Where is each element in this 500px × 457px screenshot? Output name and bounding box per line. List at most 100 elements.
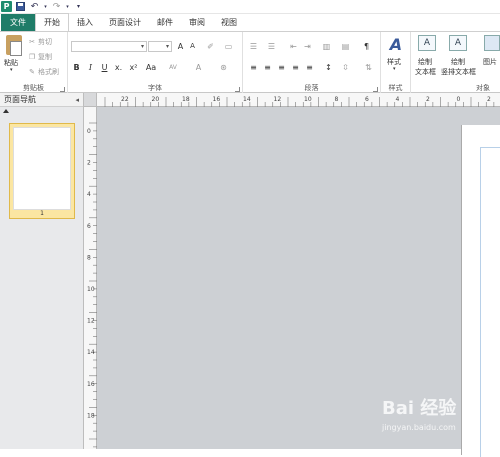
page-thumbnail[interactable]: 1 <box>9 123 75 219</box>
tab-page-design[interactable]: 页面设计 <box>101 14 149 31</box>
ruler-label: 4 <box>87 191 91 198</box>
ruler-label: 8 <box>335 96 339 103</box>
font-color-button[interactable]: A <box>193 62 204 73</box>
page-thumbnail-number: 1 <box>40 210 44 217</box>
collapse-pane-icon[interactable]: ◂ <box>75 93 79 107</box>
show-marks-icon[interactable]: ¶ <box>361 41 372 52</box>
styles-dropdown-icon[interactable]: ▾ <box>393 66 396 72</box>
cut-button[interactable]: ✂ 剪切 <box>28 37 52 47</box>
redo-icon[interactable]: ↷ <box>51 1 62 12</box>
underline-button[interactable]: U <box>99 62 110 73</box>
clipboard-group: 粘贴 ▾ ✂ 剪切 ❐ 复制 ✎ 格式刷 剪贴板 <box>0 32 68 94</box>
ruler-label: 16 <box>213 96 221 103</box>
ruler-label: 12 <box>87 318 95 325</box>
horizontal-ruler[interactable]: 22 20 18 16 14 12 10 8 6 4 2 0 2 <box>97 93 500 107</box>
align-left-icon[interactable]: ≡ <box>248 62 259 73</box>
line-spacing-icon[interactable]: ↕ <box>323 62 334 73</box>
ribbon: 粘贴 ▾ ✂ 剪切 ❐ 复制 ✎ 格式刷 剪贴板 ▾ ▾ A A ✐ ▭ B I U … <box>0 31 500 94</box>
tab-review[interactable]: 审阅 <box>181 14 213 31</box>
styles-group: A 样式 ▾ 样式 <box>381 32 411 94</box>
undo-icon[interactable]: ↶ <box>29 1 40 12</box>
undo-dropdown-icon[interactable]: ▾ <box>43 1 48 12</box>
increase-indent-icon[interactable]: ⇥ <box>302 41 313 52</box>
vertical-textbox-label-2[interactable]: 竖排文本框 <box>441 67 476 77</box>
ruler-label: 0 <box>457 96 461 103</box>
ruler-label: 14 <box>243 96 251 103</box>
clipboard-group-label: 剪贴板 <box>23 84 44 92</box>
paragraph-group: ☰ ☰ ⇤ ⇥ ▥ ▤ ¶ ≡ ≡ ≡ ≡ ≡ ↕ ⇳ ⇅ 段落 <box>243 32 381 94</box>
format-painter-button[interactable]: ✎ 格式刷 <box>28 67 59 77</box>
ruler-label: 18 <box>87 412 95 419</box>
paragraph-spacing-icon[interactable]: ⇳ <box>340 62 351 73</box>
grow-font-button[interactable]: A <box>175 41 186 52</box>
decrease-indent-icon[interactable]: ⇤ <box>288 41 299 52</box>
font-group-label: 字体 <box>148 84 162 92</box>
ruler-label: 22 <box>121 96 129 103</box>
baidu-watermark: Bai 经验 jingyan.baidu.com <box>382 394 500 442</box>
align-center-icon[interactable]: ≡ <box>262 62 273 73</box>
strikethrough-button[interactable]: x. <box>113 62 124 73</box>
draw-textbox-icon[interactable]: A <box>418 35 436 51</box>
font-size-combo[interactable]: ▾ <box>148 41 172 52</box>
draw-textbox-label-1[interactable]: 绘制 <box>418 57 432 67</box>
chevron-down-icon: ▾ <box>165 43 169 50</box>
paragraph-group-label: 段落 <box>304 84 319 92</box>
superscript-button[interactable]: x² <box>128 62 139 73</box>
tab-home[interactable]: 开始 <box>35 13 69 31</box>
horizontal-ruler-ticks: 22 20 18 16 14 12 10 8 6 4 2 0 2 <box>104 96 495 107</box>
publisher-app-icon[interactable]: P <box>1 1 12 12</box>
copy-icon: ❐ <box>28 53 36 61</box>
tab-insert[interactable]: 插入 <box>69 14 101 31</box>
vertical-textbox-label-1[interactable]: 绘制 <box>451 57 465 67</box>
ruler-label: 18 <box>182 96 190 103</box>
vertical-ruler[interactable]: 0 2 4 6 8 10 12 14 16 18 <box>84 107 97 449</box>
justify-icon[interactable]: ≡ <box>290 62 301 73</box>
char-spacing-button[interactable]: AV <box>166 62 180 73</box>
columns-icon[interactable]: ▥ <box>321 41 332 52</box>
clear-format-icon[interactable]: ✐ <box>205 41 216 52</box>
change-case-button[interactable]: Aa <box>144 62 158 73</box>
save-icon[interactable] <box>15 1 26 12</box>
customize-qat-icon[interactable]: ▾ <box>73 1 84 12</box>
distribute-icon[interactable]: ≡ <box>304 62 315 73</box>
paste-dropdown-icon[interactable]: ▾ <box>10 67 13 73</box>
styles-icon[interactable]: A <box>387 36 405 54</box>
bullets-icon[interactable]: ☰ <box>248 41 259 52</box>
tab-mailings[interactable]: 邮件 <box>149 14 181 31</box>
italic-button[interactable]: I <box>85 62 96 73</box>
dropcap-icon[interactable]: ▤ <box>340 41 351 52</box>
section-expand-icon[interactable] <box>0 107 83 116</box>
picture-icon[interactable] <box>484 35 500 51</box>
shrink-font-button[interactable]: A <box>187 41 198 52</box>
nav-pane-header: 页面导航 ◂ <box>0 93 83 107</box>
char-format-icon[interactable]: ▭ <box>223 41 234 52</box>
bold-button[interactable]: B <box>71 62 82 73</box>
paste-icon[interactable] <box>6 35 22 56</box>
text-direction-icon[interactable]: ⇅ <box>363 62 374 73</box>
tab-view[interactable]: 视图 <box>213 14 245 31</box>
align-right-icon[interactable]: ≡ <box>276 62 287 73</box>
vertical-textbox-icon[interactable]: A <box>449 35 467 51</box>
ruler-label: 2 <box>426 96 430 103</box>
paragraph-launcher-icon[interactable] <box>373 87 378 92</box>
font-name-combo[interactable]: ▾ <box>71 41 147 52</box>
picture-button-label[interactable]: 图片 <box>483 57 497 67</box>
nav-pane-title: 页面导航 <box>4 95 36 104</box>
ruler-label: 10 <box>87 286 95 293</box>
numbering-icon[interactable]: ☰ <box>266 41 277 52</box>
ruler-label: 4 <box>396 96 400 103</box>
ruler-label: 12 <box>274 96 282 103</box>
font-launcher-icon[interactable] <box>235 87 240 92</box>
ruler-corner[interactable] <box>84 93 97 107</box>
tab-file[interactable]: 文件 <box>1 14 35 31</box>
ruler-label: 14 <box>87 349 95 356</box>
styles-group-label: 样式 <box>388 84 403 92</box>
symbol-icon[interactable]: ⊛ <box>218 62 229 73</box>
objects-group: A 绘制 文本框 A 绘制 竖排文本框 图片 对象 <box>411 32 500 94</box>
copy-button[interactable]: ❐ 复制 <box>28 52 52 62</box>
page-thumbnail-image <box>13 127 71 210</box>
clipboard-launcher-icon[interactable] <box>60 87 65 92</box>
redo-dropdown-icon[interactable]: ▾ <box>65 1 70 12</box>
draw-textbox-label-2[interactable]: 文本框 <box>415 67 436 77</box>
ruler-label: 0 <box>87 128 91 135</box>
